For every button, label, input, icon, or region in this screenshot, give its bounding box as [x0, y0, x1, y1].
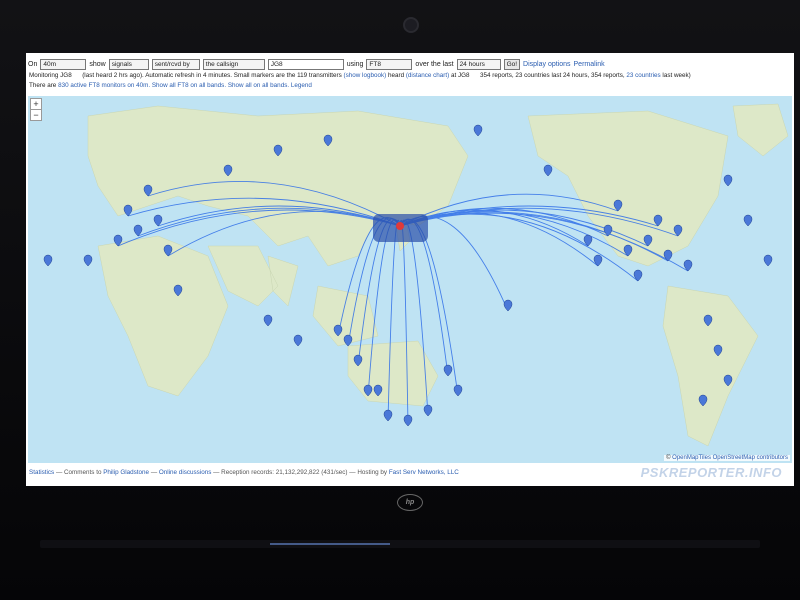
display-options-link[interactable]: Display options	[523, 61, 570, 68]
volume-bar	[270, 543, 390, 545]
zoom-out-button[interactable]: −	[30, 109, 42, 121]
distance-chart-link[interactable]: (distance chart)	[406, 72, 449, 79]
monitoring-callsign-text: Monitoring JG8	[29, 72, 72, 79]
author-link[interactable]: Philip Gladstone	[103, 469, 149, 476]
over-label: over the last	[415, 60, 454, 68]
heard-text: heard	[387, 72, 405, 79]
openstreetmap-link[interactable]: OpenStreetMap contributors	[713, 455, 788, 461]
band-select[interactable]: 40m	[40, 58, 87, 70]
world-map[interactable]: + − © OpenMapTiles OpenStreetMap contrib…	[28, 96, 792, 463]
on-label: On	[28, 60, 38, 68]
monitoring-status-text: (last heard 2 hrs ago). Automatic refres…	[82, 72, 342, 79]
using-label: using	[346, 60, 364, 68]
hosting-link[interactable]: Fast Serv Networks, LLC	[389, 469, 459, 476]
monitoring-info: Monitoring JG8 (last heard 2 hrs ago). A…	[29, 72, 691, 79]
media-control-strip	[40, 540, 760, 548]
openmaptiles-link[interactable]: OpenMapTiles	[672, 455, 711, 461]
last-week-text: last week)	[662, 72, 691, 79]
at-callsign-text: at JG8	[450, 72, 470, 79]
map-canvas[interactable]	[28, 96, 792, 463]
period-select[interactable]: 24 hours	[456, 58, 501, 70]
reception-records-text: — Reception records: 21,132,292,822 (431…	[213, 469, 388, 476]
map-attribution: © OpenMapTiles OpenStreetMap contributor…	[664, 455, 790, 461]
go-button[interactable]: Go!	[503, 58, 521, 70]
callsign-input[interactable]: JG8	[267, 58, 344, 70]
permalink-link[interactable]: Permalink	[574, 61, 605, 68]
show-logbook-link[interactable]: (show logbook)	[344, 72, 387, 79]
legend-link[interactable]: Legend	[291, 82, 312, 89]
show-label: show	[89, 60, 106, 68]
show-all-ft8-link[interactable]: Show all FT8 on all bands.	[152, 82, 226, 89]
countries-link[interactable]: 23 countries	[626, 72, 660, 79]
online-discussions-link[interactable]: Online discussions	[159, 469, 212, 476]
copyright-symbol: ©	[666, 455, 671, 461]
mode-select[interactable]: FT8	[366, 58, 413, 70]
hp-logo-icon: hp	[397, 494, 423, 511]
pskreporter-logo: PSKREPORTER.INFO	[640, 465, 782, 480]
report-stats-text: 354 reports, 23 countries last 24 hours,…	[480, 72, 625, 79]
show-all-bands-link[interactable]: Show all on all bands.	[228, 82, 289, 89]
home-station	[373, 214, 428, 242]
direction-select[interactable]: sent/rcvd by	[151, 58, 200, 70]
query-controls: On 40m show signals sent/rcvd by the cal…	[28, 56, 605, 72]
target-select[interactable]: the callsign	[202, 58, 265, 70]
active-monitors-link[interactable]: 830 active FT8 monitors on 40m.	[58, 82, 150, 89]
show-select[interactable]: signals	[108, 58, 149, 70]
comments-text: — Comments to	[55, 469, 102, 476]
page-footer: Statistics — Comments to Philip Gladston…	[29, 469, 459, 476]
footer-dash: —	[150, 469, 158, 476]
monitors-info: There are 830 active FT8 monitors on 40m…	[29, 82, 312, 89]
webcam-icon	[403, 17, 419, 33]
there-are-text: There are	[29, 82, 57, 89]
browser-screen: On 40m show signals sent/rcvd by the cal…	[26, 53, 794, 486]
statistics-link[interactable]: Statistics	[29, 469, 54, 476]
